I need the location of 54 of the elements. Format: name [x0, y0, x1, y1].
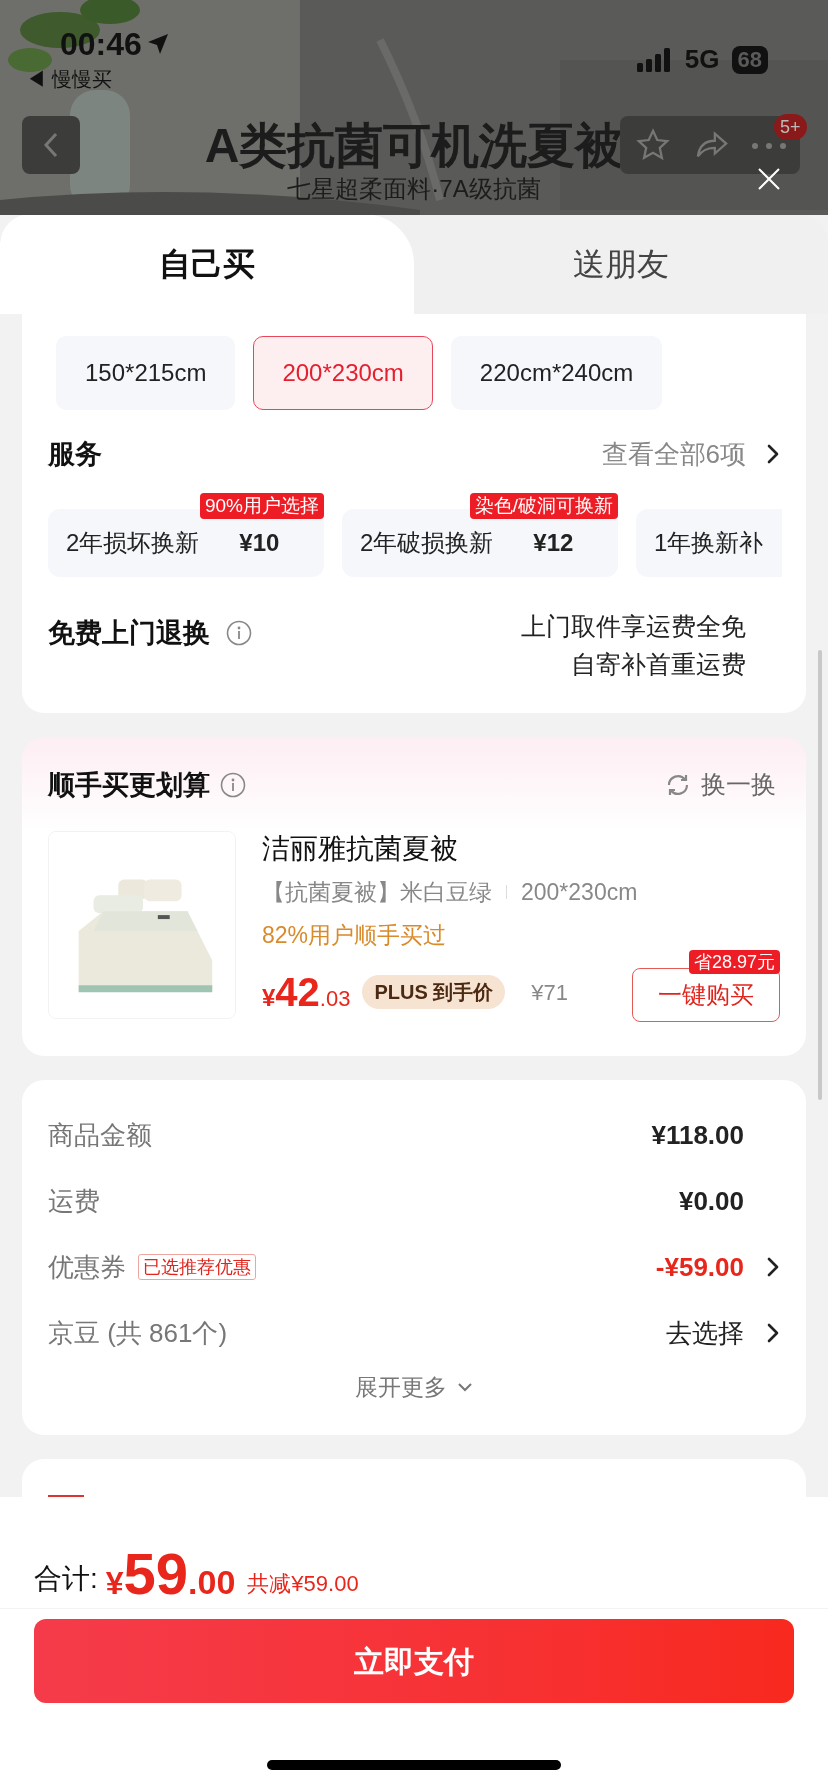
notification-badge: 5+	[774, 114, 807, 140]
close-icon[interactable]	[758, 168, 780, 190]
cost-label: 商品金额	[48, 1118, 152, 1152]
back-to-app-link[interactable]: ◀ 慢慢买	[26, 64, 112, 94]
size-option[interactable]: 220cm*240cm	[450, 336, 663, 410]
size-option[interactable]: 200*230cm	[253, 336, 433, 410]
star-icon[interactable]	[636, 128, 670, 162]
total-label: 合计:	[34, 1562, 98, 1596]
tab[interactable]: 自己买	[0, 214, 414, 314]
saving-badge: 省28.97元	[688, 950, 780, 974]
cost-label: 京豆 (共 861个)	[48, 1316, 228, 1350]
total-saved: 共减¥59.00	[247, 1570, 359, 1598]
addon-price: ¥42.03	[262, 969, 351, 1016]
service-badge: 染色/破洞可换新	[469, 492, 618, 519]
status-time: 00:46	[60, 25, 142, 64]
section-title: 服务	[48, 438, 102, 471]
back-icon	[42, 131, 60, 159]
cost-value[interactable]: -¥59.00	[655, 1247, 744, 1287]
coupon-tag: 已选推荐优惠	[138, 1254, 256, 1280]
free-return-note: 自寄补首重运费	[571, 648, 746, 680]
free-return-title: 免费上门退换	[48, 616, 210, 650]
chevron-right-icon	[766, 1322, 780, 1344]
chevron-right-icon	[766, 1256, 780, 1278]
signal-icon	[636, 47, 673, 72]
free-return-note: 上门取件享运费全免	[521, 610, 746, 642]
chevron-down-icon	[457, 1382, 473, 1393]
cost-value: ¥0.00	[678, 1184, 744, 1218]
original-price: ¥71	[531, 978, 569, 1007]
back-button[interactable]	[22, 116, 80, 174]
service-option[interactable]: 1年换新补	[636, 508, 782, 577]
product-spec: 【抗菌夏被】米白豆绿	[262, 878, 492, 907]
cost-value[interactable]: 去选择	[666, 1313, 744, 1353]
info-icon[interactable]	[226, 619, 252, 646]
service-badge: 90%用户选择	[199, 492, 324, 519]
more-icon[interactable]	[752, 143, 786, 149]
product-name[interactable]: 洁丽雅抗菌夏被	[262, 831, 780, 867]
info-icon[interactable]	[220, 771, 246, 798]
product-subtitle: 七星超柔面料·7A级抗菌	[287, 174, 541, 204]
cost-label: 优惠券	[48, 1250, 126, 1284]
section-title: 顺手买更划算	[48, 768, 210, 802]
plus-price-tag: PLUS 到手价	[362, 975, 506, 1009]
product-title: A类抗菌可机洗夏被	[204, 118, 624, 174]
network-label: 5G	[684, 43, 720, 76]
view-all-link[interactable]: 查看全部6项	[601, 434, 746, 474]
chevron-right-icon	[766, 443, 780, 466]
size-option[interactable]: 150*215cm	[56, 336, 236, 410]
product-size: 200*230cm	[521, 878, 638, 907]
cost-label: 运费	[48, 1184, 100, 1218]
refresh-link[interactable]: 换一换	[701, 766, 776, 804]
cost-value: ¥118.00	[651, 1118, 744, 1152]
total-price: ¥59.00	[105, 1543, 236, 1608]
purchase-hint: 82%用户顺手买过	[262, 920, 448, 950]
expand-more-link[interactable]: 展开更多	[355, 1370, 447, 1405]
pay-button[interactable]: 立即支付	[34, 1619, 794, 1703]
